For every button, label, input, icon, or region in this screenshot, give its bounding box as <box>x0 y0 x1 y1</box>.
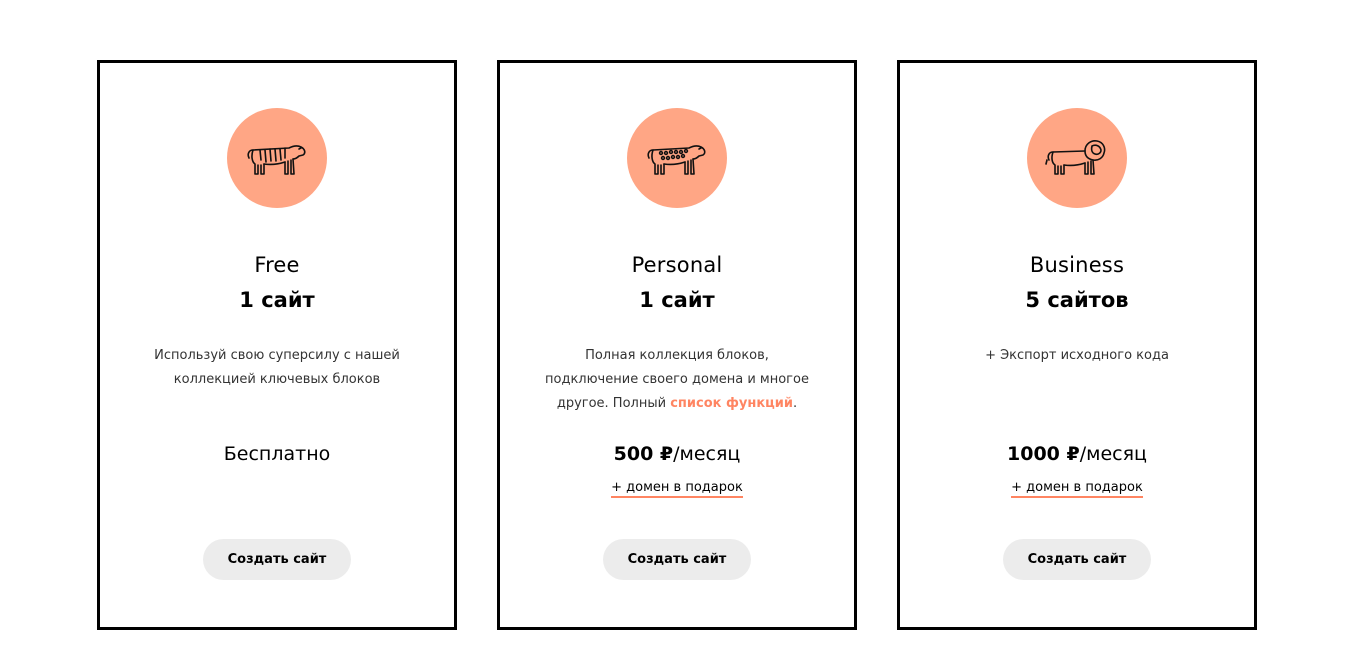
lion-icon <box>1027 108 1127 208</box>
price-period: /месяц <box>1079 443 1147 465</box>
plan-description-end: . <box>793 396 798 411</box>
plan-card-free: Free 1 сайт Используй свою суперсилу с н… <box>97 60 457 630</box>
plan-site-count: 5 сайтов <box>1025 288 1129 312</box>
price-amount: 500 ₽ <box>613 443 674 465</box>
plan-price: Бесплатно <box>223 443 331 465</box>
tiger-icon <box>227 108 327 208</box>
plan-bonus: + домен в подарок <box>500 480 854 498</box>
domain-gift-label: + домен в подарок <box>611 480 743 498</box>
plan-site-count: 1 сайт <box>639 288 715 312</box>
plan-description-text: Используй свою суперсилу с нашей коллекц… <box>154 348 400 387</box>
plan-name: Personal <box>631 253 723 277</box>
plan-description: Используй свою суперсилу с нашей коллекц… <box>140 344 414 392</box>
plan-name: Business <box>1029 253 1125 277</box>
plan-card-personal: Personal 1 сайт Полная коллекция блоков,… <box>497 60 857 630</box>
create-site-button[interactable]: Создать сайт <box>203 539 351 580</box>
plan-price: 1000 ₽/месяц <box>900 443 1254 465</box>
create-site-button[interactable]: Создать сайт <box>603 539 751 580</box>
plan-bonus: + домен в подарок <box>900 480 1254 498</box>
plan-description: + Экспорт исходного кода <box>940 344 1214 368</box>
plan-price: 500 ₽/месяц <box>500 443 854 465</box>
plan-description-text: + Экспорт исходного кода <box>985 348 1169 363</box>
plan-card-business: Business 5 сайтов + Экспорт исходного ко… <box>897 60 1257 630</box>
feature-list-link[interactable]: список функций <box>670 396 793 411</box>
price-amount: 1000 ₽ <box>1007 443 1080 465</box>
create-site-button[interactable]: Создать сайт <box>1003 539 1151 580</box>
domain-gift-label: + домен в подарок <box>1011 480 1143 498</box>
plan-description: Полная коллекция блоков, подключение сво… <box>540 344 814 416</box>
plan-name: Free <box>254 253 300 277</box>
price-period: /месяц <box>673 443 741 465</box>
leopard-icon <box>627 108 727 208</box>
plan-site-count: 1 сайт <box>239 288 315 312</box>
pricing-cards: Free 1 сайт Используй свою суперсилу с н… <box>0 0 1367 667</box>
